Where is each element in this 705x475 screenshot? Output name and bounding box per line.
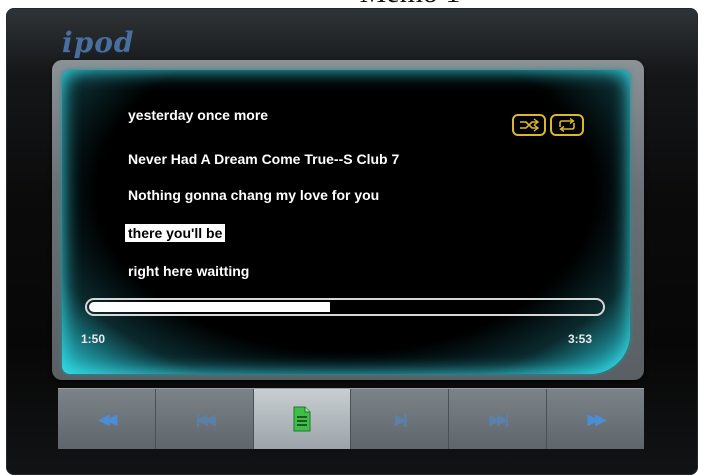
repeat-button[interactable] bbox=[550, 114, 584, 136]
playback-controls: ◀◀ |◀◀ ▶|| ▶▶| ▶▶ bbox=[58, 388, 644, 449]
previous-track-button[interactable]: |◀◀ bbox=[156, 389, 254, 449]
next-track-button[interactable]: ▶▶| bbox=[449, 389, 548, 449]
playlist-item-selected[interactable]: there you'll be bbox=[125, 224, 226, 242]
total-time: 3:53 bbox=[568, 332, 593, 346]
display-screen: yesterday once more Never Had A Dream Co… bbox=[62, 70, 630, 374]
fast-forward-icon: ▶▶ bbox=[587, 410, 606, 427]
play-pause-button[interactable]: ▶|| bbox=[351, 389, 450, 449]
play-pause-icon: ▶|| bbox=[395, 410, 407, 427]
shuffle-icon bbox=[520, 118, 540, 132]
playlist-button[interactable] bbox=[253, 389, 352, 449]
rewind-icon: ◀◀ bbox=[98, 410, 117, 427]
next-track-icon: ▶▶| bbox=[489, 410, 510, 427]
elapsed-time: 1:50 bbox=[81, 332, 106, 346]
playlist-icon bbox=[293, 406, 311, 432]
page-caption: Memo 1 bbox=[300, 0, 520, 8]
progress-bar[interactable] bbox=[85, 298, 605, 316]
fast-forward-button[interactable]: ▶▶ bbox=[547, 389, 644, 449]
playlist-item[interactable]: Nothing gonna chang my love for you bbox=[128, 186, 379, 204]
rewind-button[interactable]: ◀◀ bbox=[58, 389, 156, 449]
progress-fill bbox=[89, 302, 330, 312]
repeat-icon bbox=[559, 118, 575, 132]
previous-track-icon: |◀◀ bbox=[196, 410, 216, 427]
playlist-item[interactable]: Never Had A Dream Come True--S Club 7 bbox=[128, 150, 399, 168]
app-logo: ipod bbox=[62, 26, 135, 59]
shuffle-button[interactable] bbox=[512, 114, 546, 136]
playlist-item[interactable]: right here waitting bbox=[128, 262, 249, 280]
playlist-item[interactable]: yesterday once more bbox=[128, 106, 268, 124]
